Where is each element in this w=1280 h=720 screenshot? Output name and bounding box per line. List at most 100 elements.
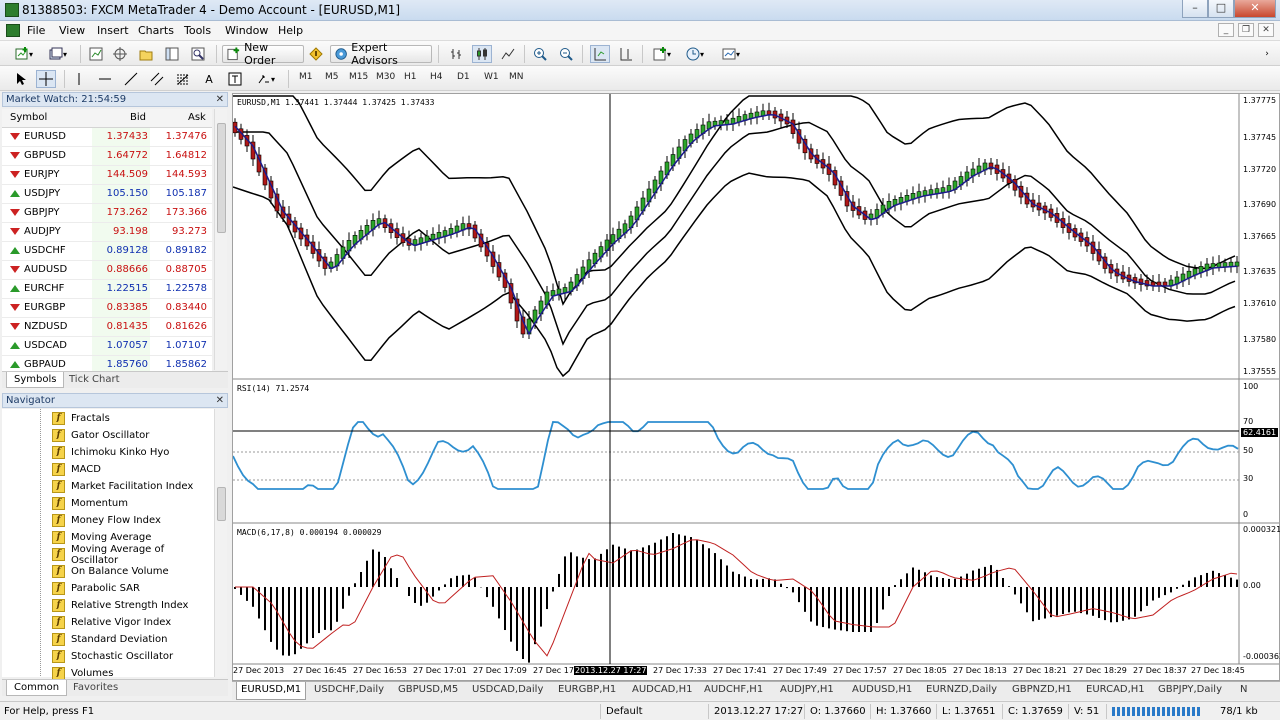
market-watch-scrollbar[interactable]	[214, 109, 227, 370]
indicators-button[interactable]: ▾	[648, 45, 676, 63]
chart-window-icon[interactable]	[6, 24, 20, 37]
tab-symbols[interactable]: Symbols	[6, 372, 65, 388]
text-tool[interactable]: A	[200, 70, 218, 88]
column-symbol[interactable]: Symbol	[10, 112, 47, 123]
timeframe-mn[interactable]: MN	[509, 72, 524, 82]
chart-tab[interactable]: EURUSD,M1	[236, 682, 307, 700]
navigator-indicator-item[interactable]: f Market Facilitation Index	[52, 478, 193, 495]
market-watch-row[interactable]: USDJPY 105.150 105.187	[2, 185, 212, 204]
navigator-indicator-item[interactable]: f Stochastic Oscillator	[52, 648, 173, 665]
market-watch-row[interactable]: AUDJPY 93.198 93.273	[2, 223, 212, 242]
strategy-tester-toggle[interactable]	[188, 45, 208, 63]
chart-tab[interactable]: N	[1236, 682, 1251, 700]
metaeditor-button[interactable]	[306, 45, 326, 63]
new-chart-button[interactable]: ▾	[10, 45, 38, 63]
column-bid[interactable]: Bid	[130, 112, 146, 123]
navigator-indicator-item[interactable]: f On Balance Volume	[52, 563, 169, 580]
navigator-indicator-item[interactable]: f Parabolic SAR	[52, 580, 140, 597]
market-watch-row[interactable]: EURCHF 1.22515 1.22578	[2, 280, 212, 299]
market-watch-row[interactable]: EURUSD 1.37433 1.37476	[2, 128, 212, 147]
chart-tab[interactable]: USDCHF,Daily	[310, 682, 388, 700]
menu-charts[interactable]: Charts	[138, 24, 174, 37]
maximize-button[interactable]: □	[1208, 0, 1234, 18]
tab-favorites[interactable]: Favorites	[66, 680, 125, 696]
child-close-button[interactable]: ✕	[1258, 23, 1274, 37]
chart-tab[interactable]: USDCAD,Daily	[468, 682, 547, 700]
chart-tab[interactable]: GBPJPY,Daily	[1154, 682, 1226, 700]
navigator-scrollbar[interactable]	[214, 409, 227, 677]
zoom-out-button[interactable]	[556, 45, 576, 63]
market-watch-scroll-thumb[interactable]	[217, 123, 226, 233]
market-watch-close-icon[interactable]: ✕	[216, 93, 224, 106]
text-label-tool[interactable]	[226, 70, 244, 88]
close-button[interactable]: ✕	[1234, 0, 1276, 18]
menu-insert[interactable]: Insert	[97, 24, 129, 37]
timeframe-m5[interactable]: M5	[325, 72, 339, 82]
market-watch-toggle[interactable]	[86, 45, 106, 63]
navigator-indicator-item[interactable]: f Ichimoku Kinko Hyo	[52, 444, 169, 461]
timeframe-h4[interactable]: H4	[430, 72, 443, 82]
vertical-line-tool[interactable]	[70, 70, 88, 88]
cursor-tool[interactable]	[12, 70, 30, 88]
market-watch-row[interactable]: USDCAD 1.07057 1.07107	[2, 337, 212, 356]
menu-tools[interactable]: Tools	[184, 24, 211, 37]
menu-file[interactable]: File	[27, 24, 45, 37]
menu-window[interactable]: Window	[225, 24, 268, 37]
navigator-toggle[interactable]	[136, 45, 156, 63]
arrows-tool[interactable]: ▾	[252, 70, 280, 88]
chart-canvas[interactable]	[233, 94, 1279, 680]
navigator-indicator-item[interactable]: f Relative Strength Index	[52, 597, 188, 614]
column-ask[interactable]: Ask	[188, 112, 206, 123]
navigator-indicator-item[interactable]: f MACD	[52, 461, 101, 478]
navigator-indicator-item[interactable]: f Relative Vigor Index	[52, 614, 171, 631]
timeframe-m30[interactable]: M30	[376, 72, 395, 82]
templates-button[interactable]: ▾	[716, 45, 746, 63]
candlestick-chart-button[interactable]	[472, 45, 492, 63]
market-watch-row[interactable]: GBPUSD 1.64772 1.64812	[2, 147, 212, 166]
crosshair-tool[interactable]	[36, 70, 56, 88]
navigator-indicator-item[interactable]: f Momentum	[52, 495, 128, 512]
menu-view[interactable]: View	[59, 24, 85, 37]
terminal-toggle[interactable]	[162, 45, 182, 63]
toolbar-overflow-button[interactable]: ›	[1258, 45, 1276, 63]
timeframe-w1[interactable]: W1	[484, 72, 499, 82]
expert-advisors-button[interactable]: Expert Advisors	[330, 41, 432, 67]
tab-tick-chart[interactable]: Tick Chart	[62, 372, 127, 388]
market-watch-row[interactable]: AUDUSD 0.88666 0.88705	[2, 261, 212, 280]
minimize-button[interactable]: –	[1182, 0, 1208, 18]
chart-tab[interactable]: AUDUSD,H1	[848, 682, 916, 700]
chart-tab[interactable]: EURCAD,H1	[1082, 682, 1149, 700]
equidistant-channel-tool[interactable]	[148, 70, 166, 88]
child-minimize-button[interactable]: _	[1218, 23, 1234, 37]
market-watch-row[interactable]: NZDUSD 0.81435 0.81626	[2, 318, 212, 337]
zoom-in-button[interactable]	[530, 45, 550, 63]
navigator-indicator-item[interactable]: f Gator Oscillator	[52, 427, 149, 444]
chart-tab[interactable]: GBPUSD,M5	[394, 682, 462, 700]
bar-chart-button[interactable]	[446, 45, 466, 63]
auto-scroll-button[interactable]	[590, 45, 610, 63]
chart-shift-button[interactable]	[616, 45, 636, 63]
market-watch-row[interactable]: GBPJPY 173.262 173.366	[2, 204, 212, 223]
chart-tab[interactable]: AUDCHF,H1	[700, 682, 767, 700]
fibonacci-tool[interactable]	[174, 70, 192, 88]
tab-common[interactable]: Common	[6, 680, 68, 696]
horizontal-line-tool[interactable]	[96, 70, 114, 88]
navigator-close-icon[interactable]: ✕	[216, 394, 224, 407]
navigator-indicator-item[interactable]: f Money Flow Index	[52, 512, 161, 529]
timeframe-d1[interactable]: D1	[457, 72, 470, 82]
navigator-indicator-item[interactable]: f Standard Deviation	[52, 631, 168, 648]
market-watch-row[interactable]: USDCHF 0.89128 0.89182	[2, 242, 212, 261]
timeframe-m15[interactable]: M15	[349, 72, 368, 82]
chart-tab[interactable]: GBPNZD,H1	[1008, 682, 1076, 700]
market-watch-row[interactable]: EURGBP 0.83385 0.83440	[2, 299, 212, 318]
timeframe-m1[interactable]: M1	[299, 72, 313, 82]
chart-tab[interactable]: AUDCAD,H1	[628, 682, 696, 700]
data-window-toggle[interactable]	[110, 45, 130, 63]
chart-window[interactable]: EURUSD,M1 1.37441 1.37444 1.37425 1.3743…	[232, 93, 1280, 681]
navigator-indicator-item[interactable]: f Moving Average of Oscillator	[52, 544, 214, 566]
market-watch-row[interactable]: EURJPY 144.509 144.593	[2, 166, 212, 185]
chart-tab[interactable]: AUDJPY,H1	[776, 682, 838, 700]
timeframe-h1[interactable]: H1	[404, 72, 417, 82]
chart-tab[interactable]: EURGBP,H1	[554, 682, 620, 700]
child-restore-button[interactable]: ❐	[1238, 23, 1254, 37]
